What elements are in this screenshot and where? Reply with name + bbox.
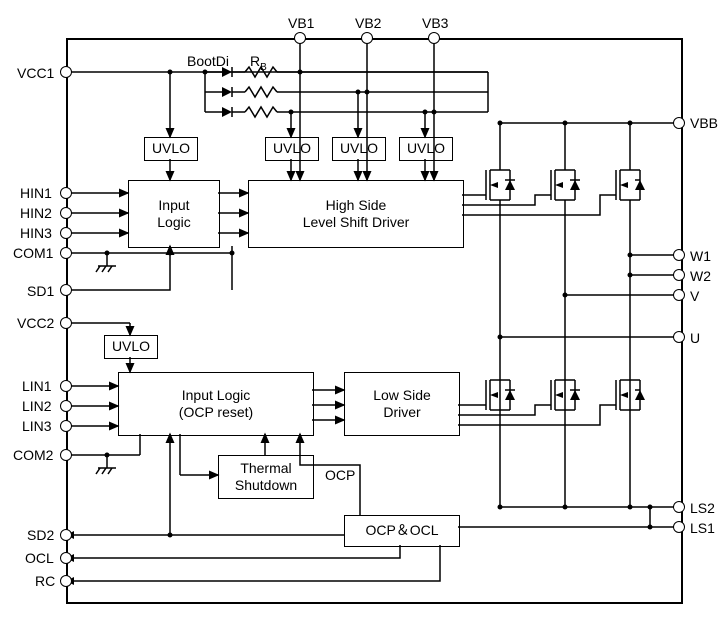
pin-v-label: V	[690, 288, 699, 304]
pin-lin1-label: LIN1	[22, 378, 52, 394]
pin-lin2-label: LIN2	[22, 398, 52, 414]
pin-v	[673, 289, 685, 301]
pin-hin3-label: HIN3	[20, 225, 52, 241]
thermal-shutdown-block: Thermal Shutdown	[218, 455, 314, 499]
pin-rc	[60, 575, 72, 587]
input-logic-block: Input Logic	[128, 180, 220, 248]
pin-hin1-label: HIN1	[20, 185, 52, 201]
pin-com2-label: COM2	[13, 447, 53, 463]
pin-sd2	[60, 529, 72, 541]
pin-vcc2-label: VCC2	[17, 315, 54, 331]
pin-lin1	[60, 380, 72, 392]
ocp-net-label: OCP	[325, 467, 355, 483]
uvlo-block-5: UVLO	[104, 335, 158, 359]
pin-sd1-label: SD1	[27, 283, 54, 299]
pin-sd1	[60, 284, 72, 296]
ocp-ocl-block: OCP＆OCL	[344, 515, 460, 547]
pin-ls2-label: LS2	[690, 500, 715, 516]
pin-vbb	[673, 117, 685, 129]
pin-u-label: U	[690, 330, 700, 346]
low-side-driver-block: Low Side Driver	[344, 372, 460, 436]
pin-lin3-label: LIN3	[22, 418, 52, 434]
pin-ocl-label: OCL	[25, 550, 54, 566]
input-logic-ocp-block: Input Logic (OCP reset)	[118, 372, 314, 436]
high-side-driver-block: High Side Level Shift Driver	[248, 180, 464, 248]
pin-vcc1-label: VCC1	[17, 65, 54, 81]
pin-w1-label: W1	[690, 248, 711, 264]
pin-hin1	[60, 187, 72, 199]
pin-lin2	[60, 400, 72, 412]
bootdi-label: BootDi	[187, 53, 229, 69]
pin-rc-label: RC	[35, 573, 55, 589]
pin-lin3	[60, 420, 72, 432]
pin-vb3	[428, 32, 440, 44]
pin-w2-label: W2	[690, 268, 711, 284]
pin-w2	[673, 269, 685, 281]
pin-sd2-label: SD2	[27, 527, 54, 543]
block-diagram: VCC1 HIN1 HIN2 HIN3 COM1 SD1 VCC2 LIN1 L…	[10, 10, 710, 611]
pin-w1	[673, 249, 685, 261]
uvlo-block-2: UVLO	[265, 137, 319, 161]
pin-ls1-label: LS1	[690, 520, 715, 536]
pin-vb2-label: VB2	[355, 15, 381, 31]
pin-hin2-label: HIN2	[20, 205, 52, 221]
pin-com2	[60, 449, 72, 461]
pin-vb2	[361, 32, 373, 44]
pin-vb3-label: VB3	[422, 15, 448, 31]
pin-vcc2	[60, 317, 72, 329]
pin-vb1	[294, 32, 306, 44]
pin-ocl	[60, 552, 72, 564]
pin-vcc1	[60, 66, 72, 78]
uvlo-block-1: UVLO	[144, 137, 198, 161]
pin-hin3	[60, 227, 72, 239]
uvlo-block-3: UVLO	[332, 137, 386, 161]
uvlo-block-4: UVLO	[399, 137, 453, 161]
pin-hin2	[60, 207, 72, 219]
pin-u	[673, 331, 685, 343]
pin-com1-label: COM1	[13, 245, 53, 261]
pin-vb1-label: VB1	[288, 15, 314, 31]
pin-com1	[60, 247, 72, 259]
pin-vbb-label: VBB	[690, 115, 718, 131]
rb-label: RB	[250, 53, 267, 73]
pin-ls1	[673, 521, 685, 533]
pin-ls2	[673, 501, 685, 513]
